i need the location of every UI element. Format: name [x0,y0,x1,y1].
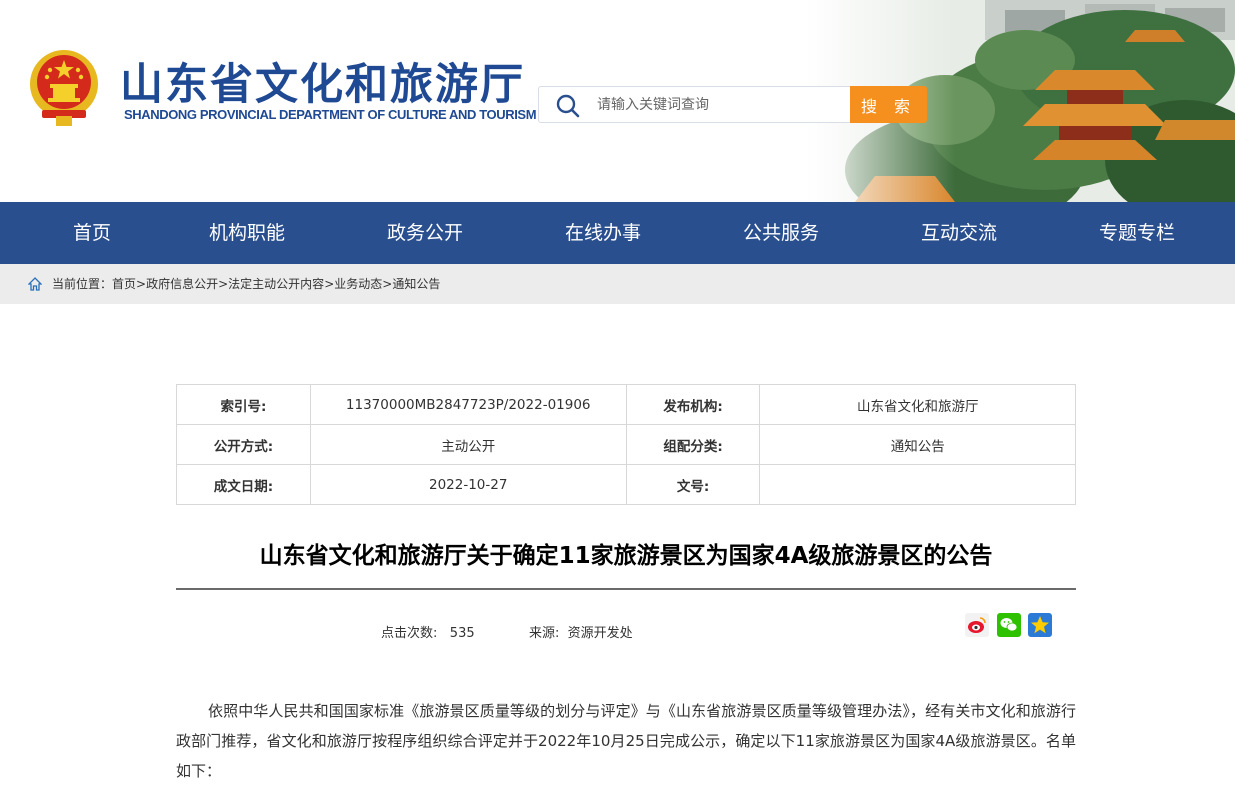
category-value: 通知公告 [759,424,1076,465]
breadcrumb-business[interactable]: 业务动态 [334,277,382,291]
national-emblem-icon [30,50,98,126]
source-label: 来源: [529,626,560,641]
site-header: 山东省文化和旅游厅 SHANDONG PROVINCIAL DEPARTMENT… [0,0,1235,202]
category-label: 组配分类: [625,424,761,465]
article-title: 山东省文化和旅游厅关于确定11家旅游景区为国家4A级旅游景区的公告 [259,543,993,569]
table-row: 成文日期: 2022-10-27 文号: [176,464,1076,505]
nav-item-special-topics[interactable]: 专题专栏 [1057,202,1217,264]
table-row: 公开方式: 主动公开 组配分类: 通知公告 [176,424,1076,465]
breadcrumb-separator: > [382,277,393,291]
search-button[interactable]: 搜 索 [850,86,927,123]
article-body-paragraph: 依照中华人民共和国国家标准《旅游景区质量等级的划分与评定》与《山东省旅游景区质量… [176,702,1076,780]
breadcrumb-separator: > [218,277,229,291]
source-value: 资源开发处 [567,626,633,641]
disclosure-label: 公开方式: [176,424,311,465]
nav-item-public-services[interactable]: 公共服务 [701,202,861,264]
site-title: 山东省文化和旅游厅 [120,60,525,110]
nav-item-functions[interactable]: 机构职能 [167,202,327,264]
nav-item-home[interactable]: 首页 [12,202,172,264]
search-input[interactable] [597,87,847,122]
date-value: 2022-10-27 [309,464,627,505]
article-source: 来源: 资源开发处 [529,622,633,641]
hit-count: 点击次数: 535 [381,622,475,641]
disclosure-value: 主动公开 [309,424,627,465]
title-divider [176,588,1076,590]
document-info-table: 索引号: 11370000MB2847723P/2022-01906 发布机构:… [176,384,1076,505]
breadcrumb-separator: > [136,277,147,291]
nav-item-online-services[interactable]: 在线办事 [523,202,683,264]
breadcrumb-prefix: 当前位置： [52,277,113,291]
main-nav: 首页 机构职能 政务公开 在线办事 公共服务 互动交流 专题专栏 [0,202,1235,264]
breadcrumb-notices[interactable]: 通知公告 [392,277,440,291]
breadcrumb-statutory[interactable]: 法定主动公开内容 [228,277,324,291]
index-number-value: 11370000MB2847723P/2022-01906 [309,384,627,425]
search-icon [556,94,580,118]
qzone-icon[interactable] [1028,613,1052,637]
doc-number-label: 文号: [625,464,761,505]
wechat-icon[interactable] [997,613,1021,637]
publisher-label: 发布机构: [625,384,761,425]
site-subtitle: SHANDONG PROVINCIAL DEPARTMENT OF CULTUR… [124,107,537,122]
hit-count-label: 点击次数: [381,626,438,641]
breadcrumb-separator: > [324,277,335,291]
search-box [538,86,850,123]
breadcrumb-home[interactable]: 首页 [112,277,136,291]
breadcrumb-gov-info[interactable]: 政府信息公开 [146,277,218,291]
nav-item-interaction[interactable]: 互动交流 [879,202,1039,264]
index-number-label: 索引号: [176,384,311,425]
breadcrumb-trail: 当前位置：首页>政府信息公开>法定主动公开内容>业务动态>通知公告 [52,264,440,304]
date-label: 成文日期: [176,464,311,505]
weibo-icon[interactable] [965,613,989,637]
table-row: 索引号: 11370000MB2847723P/2022-01906 发布机构:… [176,384,1076,425]
hit-count-value: 535 [449,626,475,641]
home-icon [28,277,42,291]
doc-number-value [759,464,1076,505]
breadcrumb: 当前位置：首页>政府信息公开>法定主动公开内容>业务动态>通知公告 [0,264,1235,304]
nav-item-government-affairs[interactable]: 政务公开 [345,202,505,264]
publisher-value: 山东省文化和旅游厅 [759,384,1076,425]
